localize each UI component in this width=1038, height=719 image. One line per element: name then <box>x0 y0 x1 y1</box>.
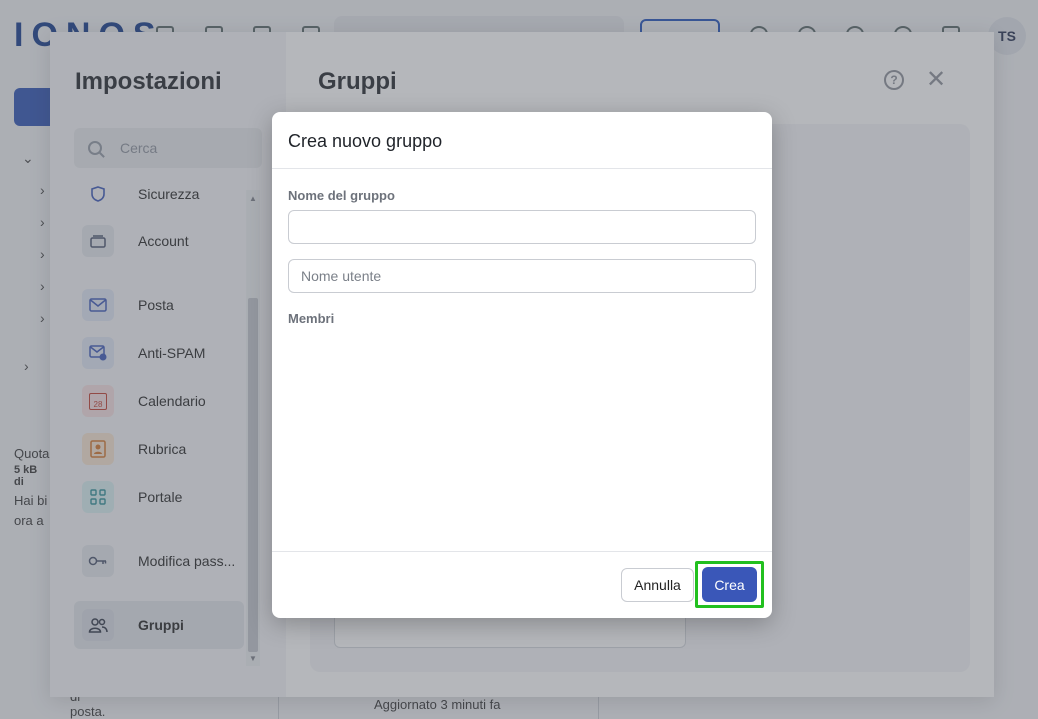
divider <box>272 168 772 169</box>
divider <box>272 551 772 552</box>
create-group-modal: Crea nuovo gruppo Nome del gruppo Membri… <box>272 112 772 618</box>
modal-title: Crea nuovo gruppo <box>288 131 443 151</box>
username-input[interactable] <box>288 259 756 293</box>
cancel-button[interactable]: Annulla <box>621 568 694 602</box>
create-button[interactable]: Crea <box>702 567 757 602</box>
group-name-input[interactable] <box>288 210 756 244</box>
group-name-label: Nome del gruppo <box>288 188 395 203</box>
members-label: Membri <box>288 311 335 326</box>
create-button-highlight: Crea <box>695 561 764 608</box>
